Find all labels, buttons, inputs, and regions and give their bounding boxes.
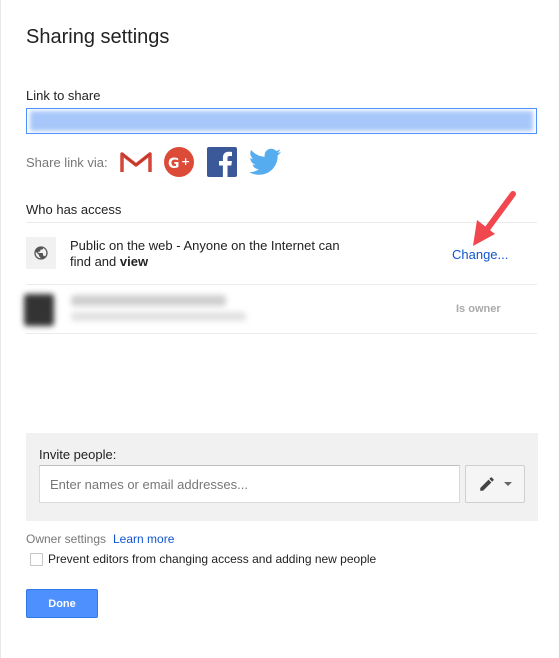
- share-link-field[interactable]: [26, 108, 537, 134]
- prevent-editors-option[interactable]: Prevent editors from changing access and…: [30, 552, 376, 566]
- who-has-access-label: Who has access: [26, 202, 122, 217]
- owner-role-label: Is owner: [456, 303, 501, 315]
- public-access-description: Public on the web - Anyone on the Intern…: [70, 238, 340, 270]
- prevent-editors-label: Prevent editors from changing access and…: [48, 552, 377, 566]
- change-access-link[interactable]: Change...: [452, 247, 508, 262]
- facebook-icon[interactable]: [206, 146, 238, 178]
- google-plus-icon[interactable]: G +: [163, 146, 195, 178]
- learn-more-link[interactable]: Learn more: [113, 532, 174, 546]
- access-row-public: Public on the web - Anyone on the Intern…: [26, 222, 537, 284]
- owner-email-redacted: [71, 312, 246, 321]
- share-link-via: Share link via: G +: [26, 146, 292, 178]
- done-button[interactable]: Done: [26, 589, 98, 618]
- access-row-owner: Is owner: [24, 284, 537, 334]
- share-via-label: Share link via:: [26, 154, 108, 170]
- globe-icon: [26, 237, 56, 269]
- svg-text:+: +: [181, 155, 190, 168]
- dialog-title: Sharing settings: [26, 26, 170, 48]
- permission-dropdown-button[interactable]: [465, 465, 525, 503]
- public-access-text: Public on the web - Anyone on the Intern…: [70, 238, 340, 269]
- public-access-permission: view: [119, 254, 149, 269]
- prevent-editors-checkbox[interactable]: [30, 552, 43, 566]
- gmail-icon[interactable]: [119, 146, 152, 178]
- invite-people-label: Invite people:: [39, 447, 117, 462]
- pencil-icon: [480, 477, 494, 491]
- chevron-down-icon: [504, 482, 512, 486]
- sharing-settings-dialog: Sharing settings Link to share Share lin…: [0, 0, 559, 658]
- avatar: [24, 294, 54, 326]
- svg-text:G: G: [168, 156, 180, 172]
- invite-people-panel: Invite people:: [26, 433, 538, 521]
- link-text-selection: [30, 111, 533, 131]
- owner-settings-label: Owner settings: [26, 532, 107, 546]
- twitter-icon[interactable]: [248, 146, 281, 178]
- invite-people-input[interactable]: [39, 465, 460, 503]
- owner-name-redacted: [71, 295, 226, 306]
- link-to-share-label: Link to share: [26, 88, 101, 103]
